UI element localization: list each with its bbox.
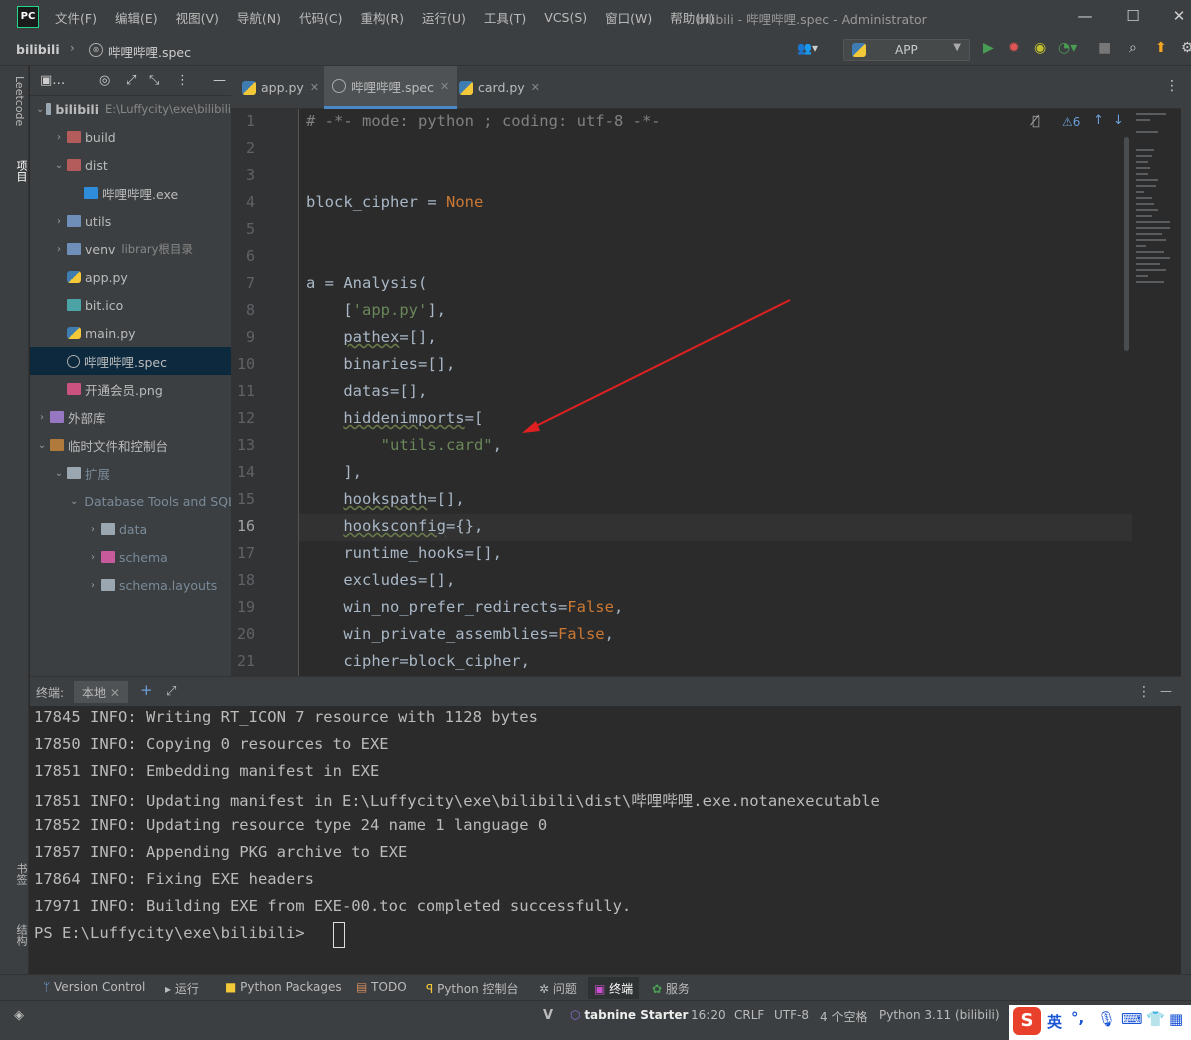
tabnine-widget[interactable]: ⬡ tabnine Starter <box>570 1008 688 1022</box>
ime-toolbar: S 英 °, 🎙 ⌨ 👕 ▦ <box>1009 1005 1191 1040</box>
toolwindow-problems[interactable]: ✲ 问题 <box>539 980 577 997</box>
terminal-tab-label: 本地 <box>82 686 107 700</box>
terminal-line: 17852 INFO: Updating resource type 24 na… <box>34 816 548 834</box>
terminal-expand-icon[interactable]: ⤢ <box>166 684 176 699</box>
terminal-cursor <box>333 922 345 948</box>
terminal-line: 17971 INFO: Building EXE from EXE-00.toc… <box>34 897 632 915</box>
todo-icon: ▤ <box>356 980 368 994</box>
toolwindow-label: 终端 <box>609 982 634 996</box>
terminal-line: 17864 INFO: Fixing EXE headers <box>34 870 314 888</box>
new-terminal-icon[interactable]: + <box>140 681 153 699</box>
toolwindow-terminal[interactable]: ▣ 终端 <box>588 977 640 999</box>
python-interpreter[interactable]: Python 3.11 (bilibili) <box>879 1008 1000 1022</box>
tool-window-bar: ᛘ Version Control ▸ 运行 ■ Python Packages… <box>0 974 1191 1000</box>
toolbox-icon[interactable]: ▦ <box>1169 1010 1183 1028</box>
hide-terminal-icon[interactable]: — <box>1160 684 1172 698</box>
toolwindow-todo[interactable]: ▤ TODO <box>356 980 407 994</box>
toolwindow-label: TODO <box>371 980 407 994</box>
layers-icon[interactable]: ◈ <box>14 1008 24 1023</box>
microphone-icon[interactable]: 🎙 <box>1097 1010 1116 1028</box>
toolwindow-label: 问题 <box>552 982 577 996</box>
sogou-logo-icon[interactable]: S <box>1013 1007 1041 1035</box>
toolwindow-services[interactable]: ✿ 服务 <box>652 980 690 997</box>
terminal-line: 17851 INFO: Embedding manifest in EXE <box>34 762 380 780</box>
tab-local-terminal[interactable]: 本地 ✕ <box>74 681 128 703</box>
indent-setting[interactable]: 4 个空格 <box>820 1008 867 1025</box>
terminal-options-icon[interactable]: ⋮ <box>1137 684 1151 700</box>
toolwindow-label: 服务 <box>665 982 690 996</box>
terminal-line: 17850 INFO: Copying 0 resources to EXE <box>34 735 389 753</box>
tabnine-label: tabnine Starter <box>584 1008 689 1022</box>
terminal-prompt: PS E:\Luffycity\exe\bilibili> <box>34 924 305 942</box>
python-console-icon: ꟼ <box>426 982 434 996</box>
file-encoding[interactable]: UTF-8 <box>774 1008 809 1022</box>
skin-icon[interactable]: 👕 <box>1146 1010 1165 1028</box>
services-icon: ✿ <box>652 982 663 996</box>
terminal-line: 17851 INFO: Updating manifest in E:\Luff… <box>34 792 880 810</box>
toolwindow-label: Python 控制台 <box>437 982 519 996</box>
run-icon: ▸ <box>165 982 172 996</box>
terminal-title: 终端: <box>36 686 65 700</box>
toolwindow-python-packages[interactable]: ■ Python Packages <box>225 980 342 994</box>
toolwindow-version-control[interactable]: ᛘ Version Control <box>43 980 145 994</box>
ime-language-toggle[interactable]: 英 <box>1047 1011 1062 1032</box>
terminal-line: 17845 INFO: Writing RT_ICON 7 resource w… <box>34 708 538 726</box>
toolwindow-label: Python Packages <box>240 980 342 994</box>
punctuation-icon[interactable]: °, <box>1071 1009 1084 1027</box>
vim-icon[interactable]: V <box>543 1008 553 1023</box>
toolwindow-label: Version Control <box>54 980 146 994</box>
toolwindow-python-console[interactable]: ꟼ Python 控制台 <box>426 980 519 997</box>
terminal-line: 17857 INFO: Appending PKG archive to EXE <box>34 843 408 861</box>
problems-icon: ✲ <box>539 982 550 996</box>
tabnine-icon: ⬡ <box>570 1008 581 1022</box>
terminal-header: 终端: 本地 ✕ + ⤢ ⋮ — <box>30 676 1181 706</box>
toolwindow-run[interactable]: ▸ 运行 <box>165 980 199 997</box>
toolwindow-label: 运行 <box>174 982 199 996</box>
terminal-icon: ▣ <box>594 982 606 996</box>
line-separator[interactable]: CRLF <box>734 1008 764 1022</box>
keyboard-icon[interactable]: ⌨ <box>1121 1010 1143 1028</box>
vcs-icon: ᛘ <box>43 980 51 994</box>
packages-icon: ■ <box>225 980 237 994</box>
close-tab-icon[interactable]: ✕ <box>110 686 120 700</box>
caret-position[interactable]: 16:20 <box>691 1008 726 1022</box>
